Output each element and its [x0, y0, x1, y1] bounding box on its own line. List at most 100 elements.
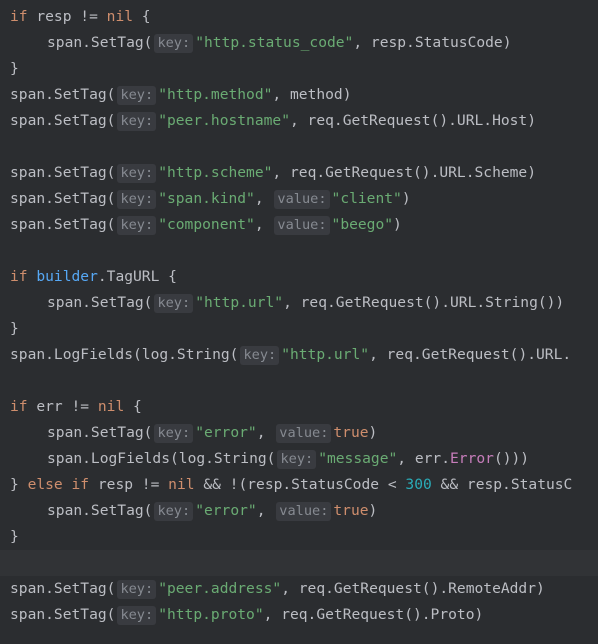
code-line[interactable]: span.SetTag(key: "http.status_code", resp…	[0, 30, 598, 56]
inlay-hint: value:	[274, 216, 330, 235]
code-token: span.LogFields(log.String(	[10, 346, 239, 363]
code-token: }	[10, 476, 28, 493]
code-line[interactable]: } else if resp != nil && !(resp.StatusCo…	[0, 472, 598, 498]
code-token: {	[133, 8, 151, 25]
code-line[interactable]	[0, 134, 598, 160]
code-line[interactable]: span.LogFields(log.String(key: "http.url"…	[0, 342, 598, 368]
code-token: else if	[27, 476, 98, 493]
code-token: resp !=	[97, 476, 169, 493]
code-token: "http.url"	[281, 346, 370, 363]
code-token: span.SetTag(	[47, 502, 153, 519]
code-line[interactable]	[0, 368, 598, 394]
inlay-hint: value:	[276, 502, 332, 521]
code-token: span.LogFields(log.String(	[47, 450, 276, 467]
code-token: span.SetTag(	[10, 164, 116, 181]
code-token: , req.GetRequest().URL.String())	[283, 294, 565, 311]
code-token: span.SetTag(	[10, 112, 116, 129]
code-token: "error"	[195, 502, 257, 519]
code-token: Error	[450, 450, 494, 467]
code-line[interactable]: span.SetTag(key: "http.proto", req.GetReq…	[0, 602, 598, 628]
code-token: 300	[405, 476, 432, 493]
code-token: && resp.StatusC	[431, 476, 573, 493]
code-token: "peer.hostname"	[158, 112, 290, 129]
code-token: span.SetTag(	[10, 606, 116, 623]
code-token: }	[10, 528, 19, 545]
code-token: , req.GetRequest().RemoteAddr)	[281, 580, 545, 597]
code-token: "http.url"	[195, 294, 284, 311]
code-line[interactable]: if resp != nil {	[0, 4, 598, 30]
code-token: , resp.StatusCode)	[353, 34, 512, 51]
code-token: )	[401, 190, 411, 207]
code-token: "http.scheme"	[158, 164, 273, 181]
code-token: }	[10, 320, 19, 337]
code-line[interactable]: span.SetTag(key: "http.scheme", req.GetRe…	[0, 160, 598, 186]
code-token: "beego"	[331, 216, 394, 233]
code-token: builder	[36, 268, 98, 285]
code-token: if	[10, 268, 37, 285]
code-line[interactable]: if builder.TagURL {	[0, 264, 598, 290]
code-token: ,	[256, 502, 275, 519]
code-line[interactable]: span.SetTag(key: "http.method", method)	[0, 82, 598, 108]
code-token: , req.GetRequest().URL.Scheme)	[272, 164, 537, 181]
code-token: true	[333, 502, 369, 519]
code-line[interactable]: span.SetTag(key: "span.kind", value: "clie…	[0, 186, 598, 212]
code-token: && !(resp.StatusCode <	[194, 476, 406, 493]
code-token: if	[10, 8, 37, 25]
code-token: span.SetTag(	[10, 216, 116, 233]
code-token: )	[368, 424, 378, 441]
code-token: , req.GetRequest().URL.Host)	[289, 112, 536, 129]
code-line[interactable]	[0, 550, 598, 576]
code-token: , method)	[272, 86, 352, 103]
code-line[interactable]: }	[0, 524, 598, 550]
code-token: nil	[97, 398, 125, 415]
code-token: err !=	[36, 398, 98, 415]
code-line[interactable]: span.LogFields(log.String(key: "message",…	[0, 446, 598, 472]
inlay-hint: key:	[154, 294, 194, 313]
code-token: "client"	[331, 190, 402, 207]
code-token: span.SetTag(	[10, 580, 116, 597]
inlay-hint: key:	[240, 346, 280, 365]
inlay-hint: key:	[117, 86, 157, 105]
inlay-hint: key:	[117, 580, 157, 599]
code-line[interactable]: span.SetTag(key: "http.url", req.GetReque…	[0, 290, 598, 316]
code-line[interactable]: span.SetTag(key: "peer.hostname", req.Get…	[0, 108, 598, 134]
code-token: "span.kind"	[158, 190, 255, 207]
inlay-hint: value:	[274, 190, 330, 209]
code-token: span.SetTag(	[10, 86, 116, 103]
code-line[interactable]: span.SetTag(key: "error", value: true)	[0, 420, 598, 446]
inlay-hint: key:	[154, 424, 194, 443]
code-line[interactable]	[0, 238, 598, 264]
code-token: resp !=	[36, 8, 107, 25]
inlay-hint: key:	[154, 502, 194, 521]
code-line[interactable]: span.SetTag(key: "error", value: true)	[0, 498, 598, 524]
inlay-hint: key:	[117, 606, 157, 625]
inlay-hint: value:	[276, 424, 332, 443]
code-token: )	[368, 502, 378, 519]
code-token: {	[124, 398, 142, 415]
code-line[interactable]: }	[0, 316, 598, 342]
code-token: , err.	[397, 450, 450, 467]
code-line[interactable]: span.SetTag(key: "peer.address", req.GetR…	[0, 576, 598, 602]
code-token: span.SetTag(	[47, 34, 153, 51]
code-token: "peer.address"	[158, 580, 282, 597]
code-token: .TagURL {	[97, 268, 177, 285]
code-token: ()))	[493, 450, 530, 467]
code-token: span.SetTag(	[47, 294, 153, 311]
inlay-hint: key:	[117, 216, 157, 235]
code-line[interactable]: if err != nil {	[0, 394, 598, 420]
code-token: true	[333, 424, 369, 441]
code-editor[interactable]: if resp != nil {span.SetTag(key: "http.st…	[0, 0, 598, 644]
code-token: , req.GetRequest().Proto)	[263, 606, 484, 623]
inlay-hint: key:	[117, 164, 157, 183]
code-token: "http.proto"	[158, 606, 264, 623]
inlay-hint: key:	[117, 190, 157, 209]
code-token: span.SetTag(	[10, 190, 116, 207]
code-line[interactable]: }	[0, 56, 598, 82]
code-token: ,	[254, 190, 273, 207]
code-token: "http.status_code"	[195, 34, 354, 51]
code-token: "message"	[318, 450, 398, 467]
code-line[interactable]: span.SetTag(key: "component", value: "beeg…	[0, 212, 598, 238]
code-token: if	[10, 398, 37, 415]
code-token: ,	[256, 424, 275, 441]
code-token: "http.method"	[158, 86, 273, 103]
